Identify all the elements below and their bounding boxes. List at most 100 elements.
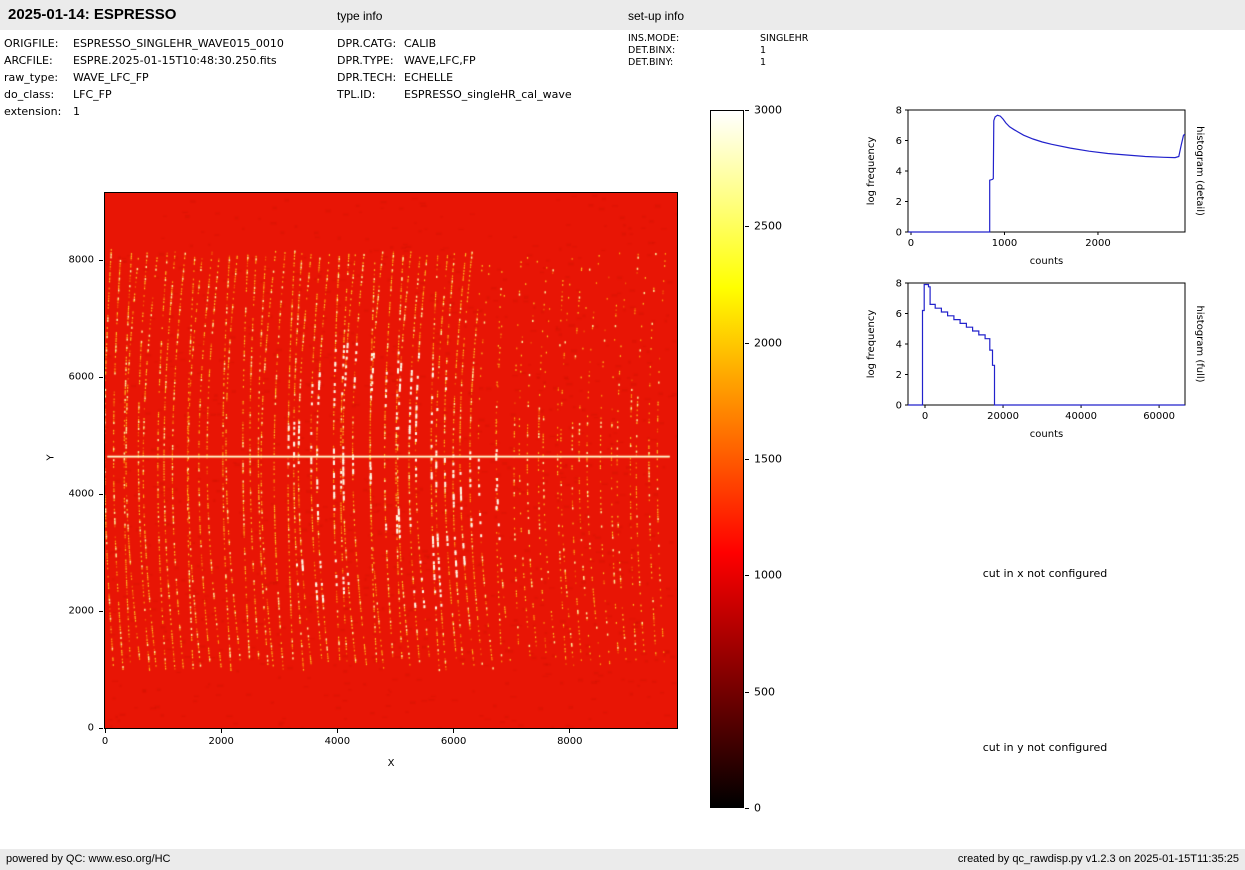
tick-label: 1000 (992, 238, 1017, 249)
tick-label: 4 (896, 167, 902, 178)
info-label: DPR.TECH: (337, 69, 404, 86)
y-axis-label: log frequency (866, 137, 877, 206)
info-row-dprtech: DPR.TECH: ECHELLE (337, 69, 572, 86)
raw-frame-plot (104, 192, 678, 729)
x-axis-label: counts (1030, 429, 1063, 440)
header-bar: 2025-01-14: ESPRESSO type info set-up in… (0, 0, 1245, 30)
colorbar (710, 110, 744, 808)
info-label: ORIGFILE: (4, 35, 73, 52)
info-row-dprcatg: DPR.CATG: CALIB (337, 35, 572, 52)
colorbar-tick-label: 2500 (754, 220, 782, 233)
colorbar-tick-label: 0 (754, 802, 761, 815)
main-x-axis-label: X (104, 758, 678, 769)
colorbar-tick (745, 110, 749, 111)
tick-label: 2000 (1085, 238, 1110, 249)
colorbar-tick-label: 2000 (754, 336, 782, 349)
page-title: 2025-01-14: ESPRESSO (8, 6, 176, 23)
footer-credit-right: created by qc_rawdisp.py v1.2.3 on 2025-… (958, 853, 1239, 865)
qc-report-page: 2025-01-14: ESPRESSO type info set-up in… (0, 0, 1245, 870)
tick-label: 2000 (201, 736, 241, 747)
raw-frame-canvas (105, 193, 677, 728)
axis-tick (99, 728, 103, 729)
tick-label: 8000 (550, 736, 590, 747)
tick-label: 4000 (69, 489, 94, 500)
plot-area (908, 283, 1185, 405)
tick-label: 6000 (434, 736, 474, 747)
info-label: raw_type: (4, 69, 73, 86)
tick-label: 0 (896, 401, 902, 412)
main-y-ticks: 02000400060008000 (55, 193, 103, 728)
colorbar-tick (745, 692, 749, 693)
info-row-tplid: TPL.ID: ESPRESSO_singleHR_cal_wave (337, 86, 572, 103)
tick-label: 8 (896, 279, 902, 290)
info-label: TPL.ID: (337, 86, 404, 103)
info-row-dprtype: DPR.TYPE: WAVE,LFC,FP (337, 52, 572, 69)
y-axis-label: log frequency (866, 310, 877, 379)
info-label: DPR.TYPE: (337, 52, 404, 69)
info-row-rawtype: raw_type: WAVE_LFC_FP (4, 69, 284, 86)
info-label: extension: (4, 103, 73, 120)
colorbar-tick-label: 3000 (754, 104, 782, 117)
tick-label: 0 (922, 411, 928, 422)
colorbar-tick (745, 575, 749, 576)
info-value: 1 (760, 57, 766, 69)
tick-label: 0 (908, 238, 914, 249)
axis-tick (99, 377, 103, 378)
info-value: ESPRESSO_SINGLEHR_WAVE015_0010 (73, 35, 284, 52)
info-label: DPR.CATG: (337, 35, 404, 52)
side-label: histogram (detail) (1194, 126, 1205, 216)
tick-label: 0 (88, 723, 94, 734)
tick-label: 20000 (987, 411, 1019, 422)
tick-label: 6 (896, 309, 902, 320)
info-value: WAVE_LFC_FP (73, 69, 149, 86)
info-label: INS.MODE: (628, 33, 760, 45)
axis-tick (569, 729, 570, 733)
axis-tick (221, 729, 222, 733)
type-info-heading: type info (337, 9, 382, 23)
colorbar-tick (745, 343, 749, 344)
tick-label: 2 (896, 370, 902, 381)
info-row-insmode: INS.MODE: SINGLEHR (628, 33, 808, 45)
cut-y-message: cut in y not configured (915, 741, 1175, 754)
info-row-origfile: ORIGFILE: ESPRESSO_SINGLEHR_WAVE015_0010 (4, 35, 284, 52)
info-row-arcfile: ARCFILE: ESPRE.2025-01-15T10:48:30.250.f… (4, 52, 284, 69)
info-value: ESPRE.2025-01-15T10:48:30.250.fits (73, 52, 277, 69)
axis-tick (337, 729, 338, 733)
info-value: 1 (73, 103, 80, 120)
info-label: do_class: (4, 86, 73, 103)
tick-label: 6 (896, 136, 902, 147)
colorbar-tick (745, 226, 749, 227)
info-row-detbiny: DET.BINY: 1 (628, 57, 808, 69)
info-value: 1 (760, 45, 766, 57)
info-label: DET.BINX: (628, 45, 760, 57)
tick-label: 60000 (1143, 411, 1175, 422)
tick-label: 4000 (317, 736, 357, 747)
histogram-full-chart: 020000400006000002468countslog frequency… (860, 275, 1212, 447)
info-value: SINGLEHR (760, 33, 808, 45)
info-value: WAVE,LFC,FP (404, 52, 476, 69)
tick-label: 8000 (69, 255, 94, 266)
info-row-doclass: do_class: LFC_FP (4, 86, 284, 103)
tick-label: 6000 (69, 372, 94, 383)
side-label: histogram (full) (1194, 305, 1205, 382)
tick-label: 2000 (69, 606, 94, 617)
setup-info-heading: set-up info (628, 9, 684, 23)
x-axis-label: counts (1030, 256, 1063, 267)
colorbar-tick-label: 500 (754, 685, 775, 698)
axis-tick (99, 260, 103, 261)
axis-tick (105, 729, 106, 733)
colorbar-tick (745, 808, 749, 809)
setup-info-block: INS.MODE: SINGLEHR DET.BINX: 1 DET.BINY:… (628, 33, 808, 69)
info-value: ECHELLE (404, 69, 453, 86)
info-label: ARCFILE: (4, 52, 73, 69)
info-value: CALIB (404, 35, 436, 52)
info-label: DET.BINY: (628, 57, 760, 69)
tick-label: 0 (896, 228, 902, 239)
cut-x-message: cut in x not configured (915, 567, 1175, 580)
info-value: ESPRESSO_singleHR_cal_wave (404, 86, 572, 103)
info-row-detbinx: DET.BINX: 1 (628, 45, 808, 57)
axis-tick (453, 729, 454, 733)
footer-credit-left: powered by QC: www.eso.org/HC (6, 853, 170, 865)
plot-area (908, 110, 1185, 232)
colorbar-tick (745, 459, 749, 460)
